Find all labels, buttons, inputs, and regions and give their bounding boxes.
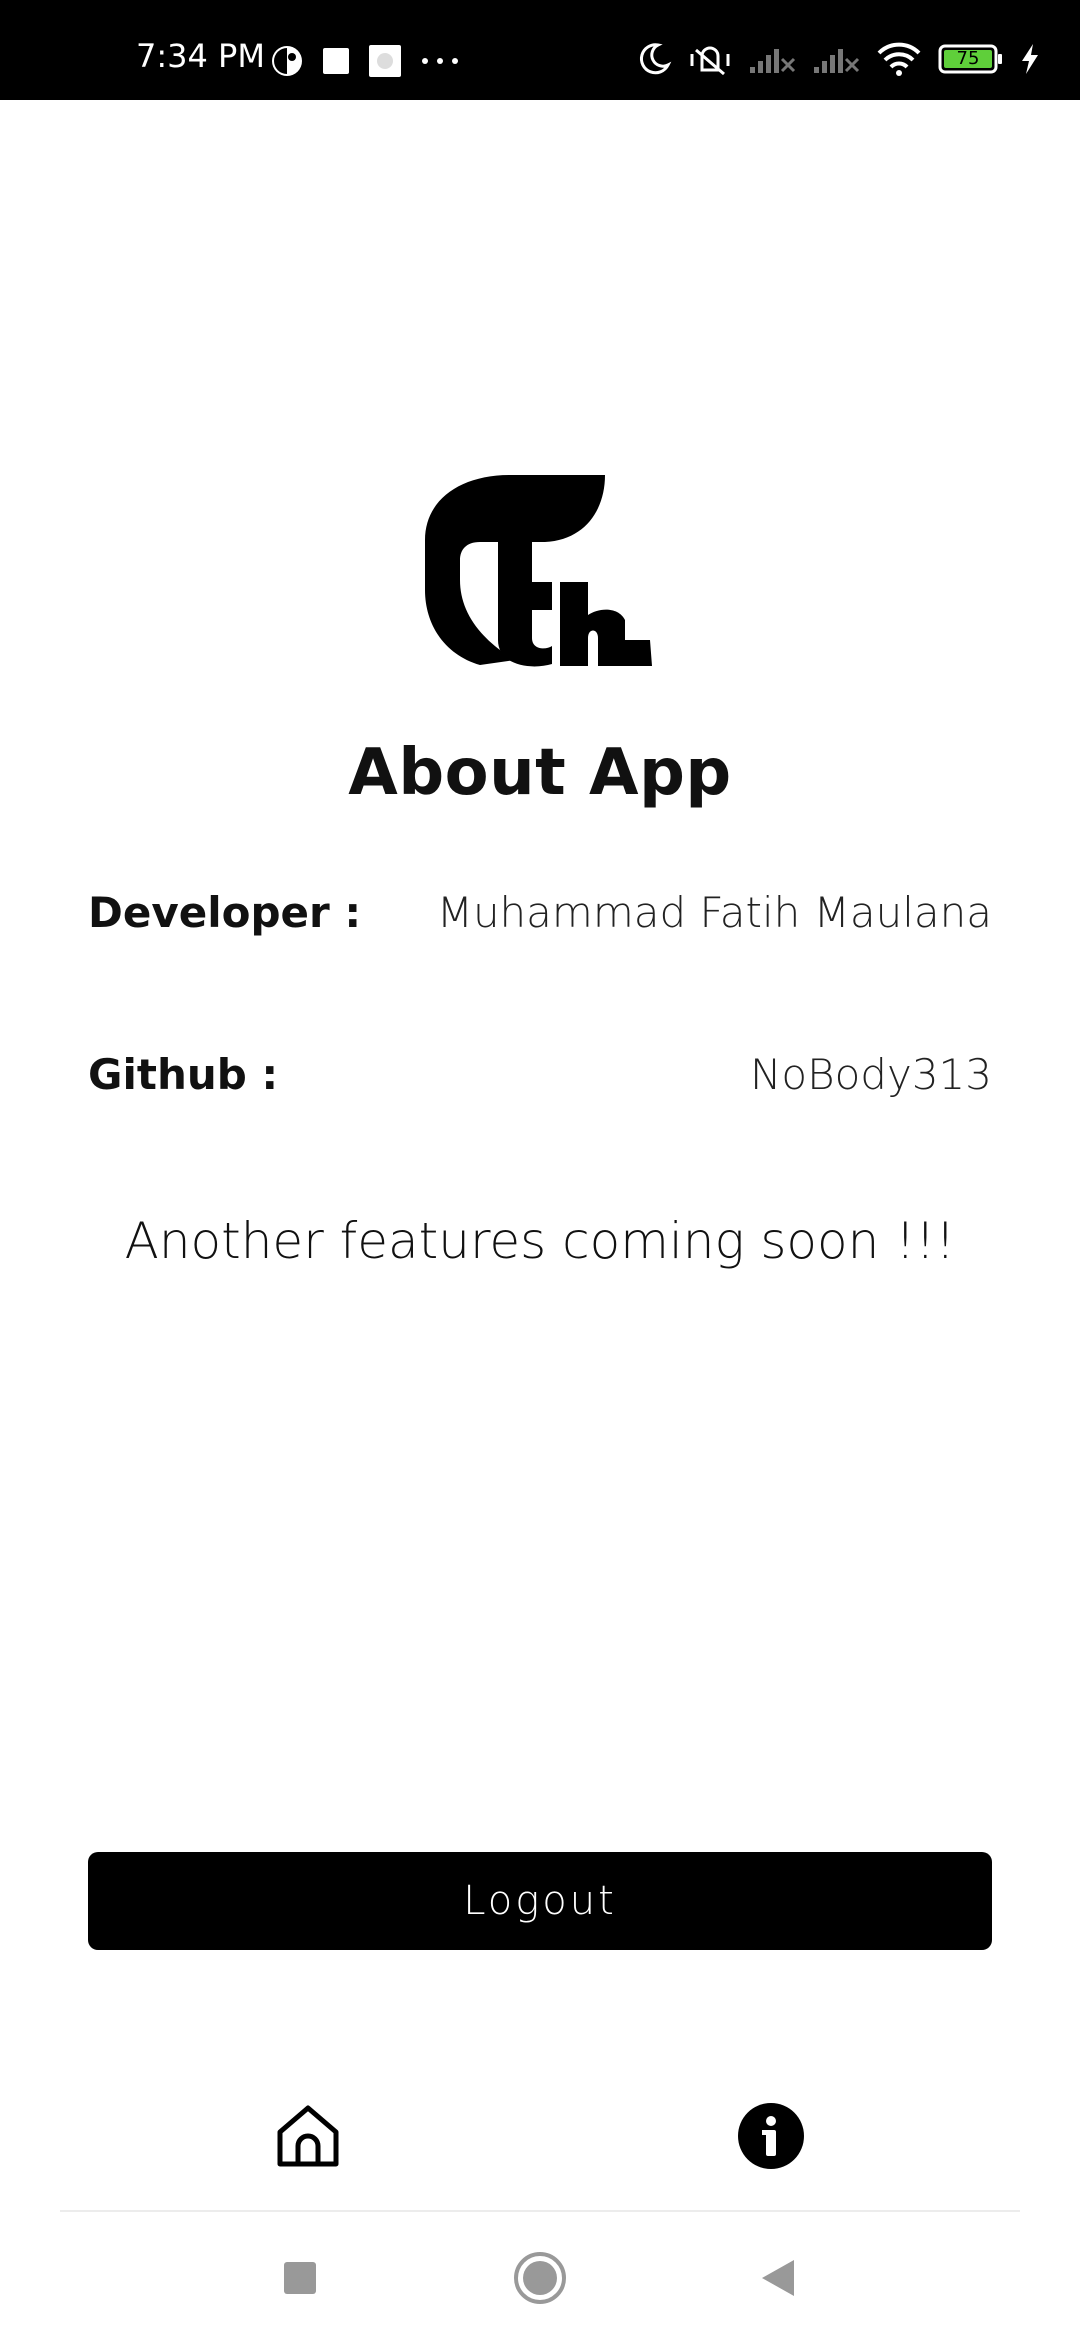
battery-icon: 75 (938, 44, 1004, 74)
page-title: About App (348, 736, 732, 810)
moon-icon (639, 43, 672, 75)
developer-value: Muhammad Fatih Maulana (436, 888, 992, 937)
charging-icon (1022, 44, 1038, 74)
more-dots-icon (422, 58, 458, 64)
coming-soon-text: Another features coming soon !!! (124, 1212, 956, 1270)
image-notification-icon (369, 45, 401, 77)
system-nav-bar (0, 2214, 1080, 2340)
status-right-icons: 75 (636, 40, 1040, 78)
vibrate-off-icon (690, 46, 730, 76)
status-left-icons (270, 44, 460, 78)
battery-level: 75 (956, 48, 980, 69)
bottom-nav (60, 2080, 1020, 2212)
about-screen: 7:34 PM 75 About App Developer: Muhamma… (0, 0, 1080, 2340)
developer-row: Developer : Muhammad Fatih Maulana (88, 888, 992, 937)
developer-label: Developer : (88, 888, 362, 937)
square-icon (284, 2262, 316, 2294)
nav-home-button[interactable] (268, 2096, 348, 2176)
circle-icon (514, 2252, 566, 2304)
signal-icon (750, 49, 796, 73)
square-notification-icon (323, 48, 349, 74)
nav-about-button[interactable] (731, 2096, 811, 2176)
github-label: Github : (88, 1050, 279, 1099)
back-triangle-icon (762, 2260, 794, 2296)
home-button[interactable] (512, 2250, 568, 2306)
status-bar: 7:34 PM 75 (0, 0, 1080, 100)
github-row: Github : NoBody313 (88, 1050, 992, 1099)
github-value: NoBody313 (750, 1050, 992, 1099)
home-icon (277, 2105, 339, 2167)
signal-icon (814, 49, 860, 73)
status-time: 7:34 PM (136, 37, 265, 75)
info-icon (738, 2103, 804, 2169)
notification-icon (272, 46, 302, 76)
wifi-icon (877, 42, 921, 76)
recents-button[interactable] (272, 2250, 328, 2306)
back-button[interactable] (750, 2250, 806, 2306)
logout-button[interactable]: Logout (88, 1852, 992, 1950)
app-logo (420, 470, 660, 670)
